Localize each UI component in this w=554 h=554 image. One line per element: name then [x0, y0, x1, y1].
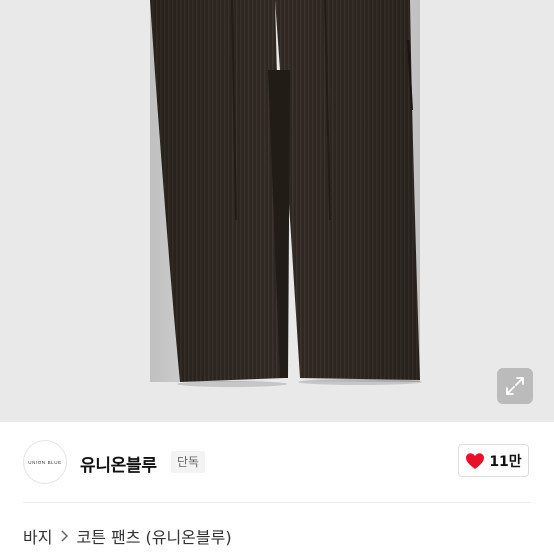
brand-row: UNION BLUE 유니온블루 단독 11만: [0, 422, 554, 502]
breadcrumb: 바지 코튼 팬츠 (유니온블루): [23, 524, 232, 548]
brand-name-link[interactable]: 유니온블루: [80, 451, 157, 476]
like-count: 11만: [489, 453, 522, 470]
heart-icon: [466, 452, 485, 469]
like-button[interactable]: 11만: [458, 444, 529, 477]
exclusive-badge: 단독: [171, 451, 206, 473]
chevron-right-icon: [60, 530, 69, 542]
brand-logo-text: UNION BLUE: [28, 459, 62, 465]
divider: [23, 502, 531, 503]
expand-arrows-icon: [506, 377, 524, 395]
brand-logo[interactable]: UNION BLUE: [23, 440, 67, 484]
product-image[interactable]: [0, 0, 554, 422]
breadcrumb-category-link[interactable]: 바지: [23, 524, 52, 548]
breadcrumb-subcategory-link[interactable]: 코튼 팬츠 (유니온블루): [76, 524, 231, 548]
expand-image-button[interactable]: [497, 368, 533, 404]
pants-illustration: [150, 0, 422, 387]
